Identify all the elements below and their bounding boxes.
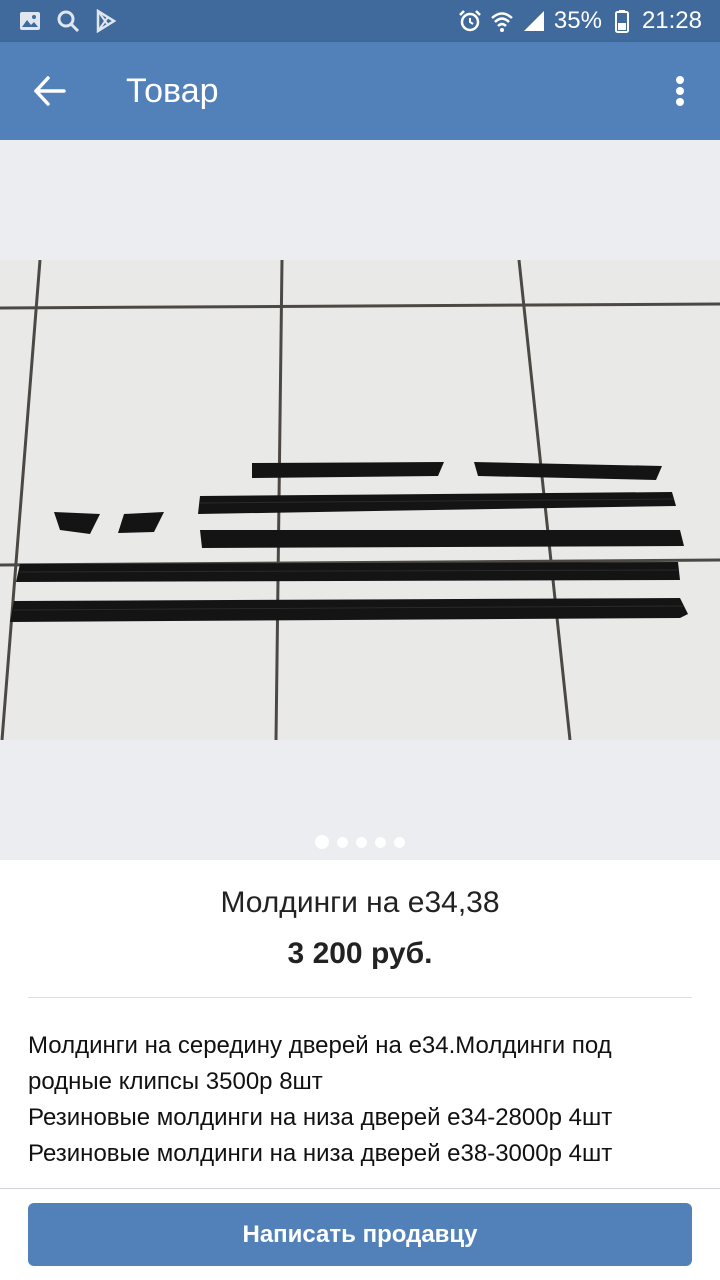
more-vertical-icon[interactable] bbox=[660, 71, 700, 111]
bottom-divider bbox=[0, 1188, 720, 1189]
photo-gallery[interactable] bbox=[0, 140, 720, 860]
battery-icon bbox=[614, 10, 629, 33]
description-line: Резиновые молдинги на низа дверей е34-28… bbox=[28, 1104, 613, 1131]
alarm-icon bbox=[459, 10, 481, 32]
description-line: родные клипсы 3500р 8шт bbox=[28, 1068, 323, 1095]
description-line: Резиновые молдинги на низа дверей е38-30… bbox=[28, 1140, 613, 1167]
description-line: Молдинги на середину дверей на е34.Молди… bbox=[28, 1032, 612, 1059]
gallery-pagination bbox=[0, 835, 720, 849]
product-description: Молдинги на середину дверей на е34.Молди… bbox=[28, 1028, 704, 1172]
product-photo[interactable] bbox=[0, 260, 720, 740]
clock: 21:28 bbox=[641, 7, 702, 34]
search-icon bbox=[57, 10, 80, 33]
wifi-icon bbox=[491, 12, 513, 32]
pagination-dot[interactable] bbox=[315, 835, 329, 849]
pagination-dot[interactable] bbox=[394, 836, 405, 848]
status-bar-right: 35% 21:28 bbox=[458, 7, 702, 35]
divider bbox=[28, 997, 692, 998]
contact-seller-button[interactable]: Написать продавцу bbox=[28, 1203, 692, 1266]
product-title: Молдинги на е34,38 bbox=[220, 886, 500, 919]
status-bar: 35% 21:28 bbox=[0, 0, 720, 42]
arrow-left-icon[interactable] bbox=[28, 69, 72, 113]
app-bar: Товар bbox=[0, 42, 720, 140]
status-bar-left bbox=[18, 9, 118, 33]
pagination-dot[interactable] bbox=[356, 836, 367, 848]
page-title: Товар bbox=[126, 72, 219, 110]
pagination-dot[interactable] bbox=[337, 836, 348, 848]
battery-percent: 35% bbox=[553, 7, 602, 34]
gallery-icon bbox=[20, 12, 40, 30]
product-price: 3 200 руб. bbox=[287, 937, 433, 970]
play-store-icon bbox=[96, 9, 117, 33]
pagination-dot[interactable] bbox=[375, 836, 386, 848]
signal-icon bbox=[523, 11, 544, 31]
